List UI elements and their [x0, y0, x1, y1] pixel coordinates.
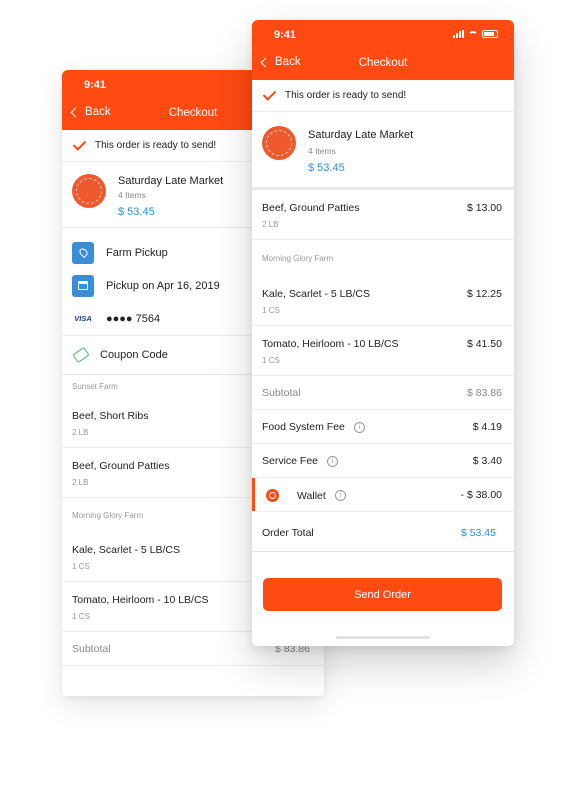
location-pin-icon: [72, 241, 94, 264]
status-time: 9:41: [84, 79, 107, 91]
item-qty: 2 LB: [72, 478, 89, 487]
info-icon[interactable]: i: [334, 490, 346, 501]
battery-icon: [482, 30, 498, 38]
card-number: ●●●● 7564: [106, 312, 161, 325]
subtotal-value: $ 83.86: [466, 387, 502, 399]
service-fee-row: Service Fee i $ 3.40: [252, 444, 514, 478]
item-qty: 1 CS: [72, 562, 90, 571]
subtotal-row: Subtotal $ 83.86: [252, 376, 514, 410]
subtotal-label: Subtotal: [262, 387, 301, 399]
info-icon[interactable]: i: [327, 455, 339, 467]
food-system-fee-row: Food System Fee i $ 4.19: [252, 410, 514, 444]
service-fee-value: $ 3.40: [472, 455, 502, 467]
market-card[interactable]: Saturday Late Market 4 Items $ 53.45: [252, 112, 514, 190]
send-order-button[interactable]: Send Order: [263, 578, 502, 611]
item-qty: 1 CS: [72, 612, 90, 621]
checkmark-icon: [262, 86, 277, 101]
item-price: $ 41.50: [466, 338, 502, 350]
wifi-icon: [468, 30, 478, 38]
order-total-value: $ 53.45: [460, 527, 496, 539]
info-icon[interactable]: i: [353, 421, 365, 433]
status-time: 9:41: [274, 29, 297, 41]
coupon-label: Coupon Code: [100, 349, 168, 361]
coupon-tag-icon: [72, 346, 90, 364]
order-total-label: Order Total: [262, 527, 314, 539]
service-fee-label: Service Fee: [262, 455, 319, 467]
wallet-icon: [266, 489, 279, 502]
header-bar: 9:41 Back Checkout: [252, 20, 514, 80]
page-title: Checkout: [358, 57, 408, 69]
order-total-row: Order Total $ 53.45: [252, 512, 514, 552]
item-qty: 1 CS: [262, 356, 280, 365]
signal-icon: [453, 30, 464, 38]
list-item[interactable]: Tomato, Heirloom - 10 LB/CS 1 CS $ 41.50: [252, 326, 514, 376]
item-name: Tomato, Heirloom - 10 LB/CS: [72, 594, 209, 606]
market-name: Saturday Late Market: [308, 129, 414, 141]
ready-message: This order is ready to send!: [285, 90, 407, 101]
item-name: Beef, Short Ribs: [72, 410, 149, 422]
item-qty: 1 CS: [262, 306, 280, 315]
food-fee-value: $ 4.19: [472, 421, 502, 433]
wallet-value: - $ 38.00: [460, 489, 502, 501]
food-fee-label: Food System Fee: [262, 421, 345, 433]
market-total: $ 53.45: [308, 162, 345, 174]
status-icons: [453, 30, 498, 38]
market-name: Saturday Late Market: [118, 175, 224, 187]
item-price: $ 13.00: [466, 202, 502, 214]
wallet-label: Wallet: [297, 489, 326, 502]
visa-card-icon: VISA: [74, 314, 92, 323]
market-total: $ 53.45: [118, 206, 155, 218]
list-item[interactable]: Beef, Ground Patties 2 LB $ 13.00: [252, 190, 514, 240]
item-name: Kale, Scarlet - 5 LB/CS: [72, 544, 180, 556]
item-name: Beef, Ground Patties: [72, 460, 170, 472]
subtotal-label: Subtotal: [72, 643, 111, 655]
market-item-count: 4 Items: [308, 146, 336, 156]
checkmark-icon: [72, 136, 87, 151]
list-item[interactable]: Kale, Scarlet - 5 LB/CS 1 CS $ 12.25: [252, 276, 514, 326]
selected-indicator: [252, 478, 255, 511]
item-name: Kale, Scarlet - 5 LB/CS: [262, 288, 370, 300]
ready-banner: This order is ready to send!: [252, 80, 514, 112]
ready-message: This order is ready to send!: [95, 140, 217, 151]
market-logo: [262, 126, 296, 160]
wallet-row[interactable]: Wallet i - $ 38.00: [252, 478, 514, 512]
home-indicator: [336, 636, 430, 639]
item-name: Beef, Ground Patties: [262, 202, 360, 214]
front-phone-screen: 9:41 Back Checkout This order is ready t…: [252, 20, 514, 646]
market-logo: [72, 174, 106, 208]
item-qty: 2 LB: [262, 220, 279, 229]
pickup-date: Pickup on Apr 16, 2019: [106, 279, 220, 292]
item-qty: 2 LB: [72, 428, 89, 437]
item-price: $ 12.25: [466, 288, 502, 300]
item-name: Tomato, Heirloom - 10 LB/CS: [262, 338, 399, 350]
section-header-morning-glory-farm: Morning Glory Farm: [262, 253, 334, 263]
delivery-method: Farm Pickup: [106, 246, 168, 259]
market-item-count: 4 Items: [118, 190, 146, 200]
calendar-icon: [72, 274, 94, 297]
